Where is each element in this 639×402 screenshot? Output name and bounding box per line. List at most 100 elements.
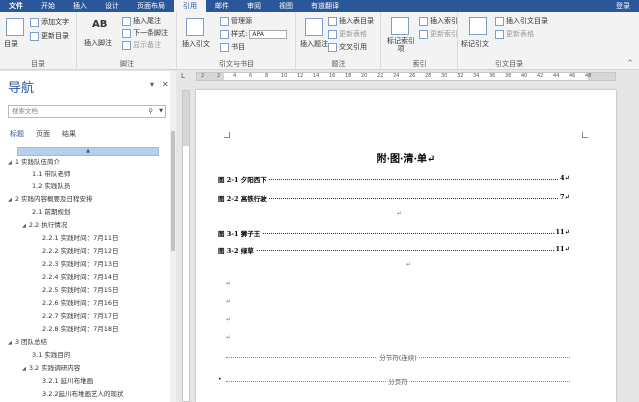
- ruler-tick-label: 28: [425, 73, 432, 79]
- tab-home[interactable]: 开始: [32, 0, 64, 12]
- section-break[interactable]: 分节符(连续): [226, 352, 570, 362]
- heading-item[interactable]: ◢ 2.2 执行情况: [22, 220, 67, 231]
- paragraph-mark: ↵: [406, 261, 412, 268]
- collapse-arrow-icon[interactable]: ◢: [22, 223, 26, 229]
- heading-item[interactable]: 2.2.2 实践时间：7月12日: [42, 246, 119, 256]
- update-index-button[interactable]: 更新索引: [419, 29, 458, 39]
- figure-list-entry[interactable]: 图 2-2 高铁行驶 7↵: [218, 193, 570, 203]
- cross-reference-icon: [328, 42, 337, 52]
- ruler-tick-label: 2: [201, 73, 205, 79]
- insert-caption-icon: [305, 18, 323, 36]
- nav-scrollbar-thumb[interactable]: [171, 131, 175, 251]
- heading-item[interactable]: 2.2.8 实践时间：7月18日: [42, 324, 119, 334]
- insert-endnote-button[interactable]: 插入尾注: [122, 16, 161, 26]
- section-break-label: 分节符(连续): [377, 352, 419, 362]
- search-input[interactable]: 搜索文档 ⚲ ▼: [8, 105, 166, 118]
- collapse-arrow-icon[interactable]: ◢: [22, 366, 26, 372]
- show-notes-button[interactable]: 显示备注: [122, 40, 161, 50]
- document-scrollbar[interactable]: [630, 71, 639, 402]
- insert-table-of-figures-button[interactable]: 插入表目录: [328, 16, 374, 26]
- tab-mailings[interactable]: 邮件: [206, 0, 238, 12]
- heading-item[interactable]: 3.2.2延川布堆画艺人的现状: [42, 389, 124, 399]
- tab-design[interactable]: 设计: [96, 0, 128, 12]
- page-break-label: 分页符: [386, 376, 410, 386]
- collapse-arrow-icon[interactable]: ◢: [8, 197, 12, 203]
- search-placeholder: 搜索文档: [12, 107, 38, 115]
- crop-mark: [224, 132, 230, 138]
- update-toc-button[interactable]: 更新目录: [30, 31, 69, 41]
- update-authorities-button[interactable]: 更新表格: [495, 29, 534, 39]
- cross-reference-button[interactable]: 交叉引用: [328, 42, 367, 52]
- search-dropdown-icon[interactable]: ▼: [159, 106, 163, 117]
- right-margin-area: [588, 73, 615, 80]
- update-table-button[interactable]: 更新表格: [328, 29, 367, 39]
- ruler-tick-label: 8: [265, 73, 269, 79]
- heading-item[interactable]: ◢ 3 团队总结: [8, 337, 47, 348]
- heading-item[interactable]: 1.1 带队老师: [32, 169, 70, 179]
- nav-tab-pages[interactable]: 页面: [36, 129, 50, 139]
- nav-tab-headings[interactable]: 标题: [10, 129, 24, 139]
- style-dropdown[interactable]: APA: [249, 29, 288, 39]
- nav-tab-results[interactable]: 结果: [62, 129, 76, 139]
- tab-view[interactable]: 视图: [270, 0, 302, 12]
- ruler-tick-label: 16: [329, 73, 336, 79]
- add-text-button[interactable]: 添加文字: [30, 17, 69, 27]
- insert-footnote-button[interactable]: 插入脚注: [84, 38, 112, 48]
- heading-item[interactable]: ◢ 2 实践内容概要及日程安排: [8, 194, 93, 205]
- login-link[interactable]: 登录: [607, 0, 639, 12]
- tab-youdao-translate[interactable]: 有道翻译: [302, 0, 348, 12]
- table-of-figures-icon: [328, 16, 337, 26]
- ribbon: 目录 添加文字 更新目录 目录 AB 插入脚注 插入尾注 下一条脚注 显示备注 …: [0, 12, 639, 70]
- tab-references[interactable]: 引用: [174, 0, 206, 12]
- tab-page-layout[interactable]: 页面布局: [128, 0, 174, 12]
- mark-entry-button[interactable]: 标记索引项: [386, 37, 416, 53]
- heading-item[interactable]: 2.2.3 实践时间：7月13日: [42, 259, 119, 269]
- nav-current-position[interactable]: ▲: [17, 147, 159, 156]
- collapse-arrow-icon[interactable]: ◢: [8, 340, 12, 346]
- manage-sources-button[interactable]: 管理源: [220, 16, 252, 26]
- search-icon[interactable]: ⚲: [148, 106, 153, 117]
- tab-review[interactable]: 审阅: [238, 0, 270, 12]
- page-break[interactable]: 分页符: [226, 376, 570, 386]
- figure-list-entry[interactable]: 图 3-1 狮子王 11↵: [218, 228, 570, 238]
- heading-item[interactable]: 3.1 实践目的: [32, 350, 70, 360]
- insert-index-button[interactable]: 插入索引: [419, 16, 458, 26]
- heading-item[interactable]: ◢ 1 实践队伍简介: [8, 157, 60, 168]
- update-index-icon: [419, 29, 428, 39]
- nav-options-icon[interactable]: ▾: [150, 80, 154, 89]
- next-footnote-button[interactable]: 下一条脚注: [122, 28, 168, 38]
- insert-caption-button[interactable]: 插入题注: [300, 39, 328, 49]
- document-page[interactable]: 附·图·清·单↵ 图 2-1 夕阳西下 4↵ 图 2-2 高铁行驶 7↵ ↵ 图…: [196, 90, 616, 402]
- update-icon: [30, 31, 39, 41]
- heading-item[interactable]: 2.1 前期规划: [32, 207, 70, 217]
- collapse-ribbon-icon[interactable]: ^: [627, 59, 633, 67]
- toc-icon: [6, 18, 24, 36]
- toc-button[interactable]: 目录: [4, 39, 18, 49]
- heading-item[interactable]: 2.2.7 实践时间：7月17日: [42, 311, 119, 321]
- tab-selector-icon[interactable]: L: [178, 71, 188, 81]
- heading-item[interactable]: 2.2.4 实践时间：7月14日: [42, 272, 119, 282]
- figure-list-entry[interactable]: 图 3-2 绿草 11↵: [218, 245, 570, 255]
- insert-authorities-button[interactable]: 插入引文目录: [495, 16, 548, 26]
- heading-item[interactable]: 1.2 实践队员: [32, 181, 70, 191]
- style-selector[interactable]: 样式: APA: [220, 29, 288, 39]
- bibliography-icon: [220, 42, 229, 52]
- heading-item[interactable]: 2.2.1 实践时间：7月11日: [42, 233, 119, 243]
- ruler-tick-label: 40: [521, 73, 528, 79]
- tab-insert[interactable]: 插入: [64, 0, 96, 12]
- heading-item[interactable]: 3.2.1 延川布堆画: [42, 376, 93, 386]
- horizontal-ruler[interactable]: 2 2 4 6 8 10 12 14 16 18 20 22 24 26 28 30 32 34 36 38 40 42 4…: [196, 72, 616, 81]
- nav-close-icon[interactable]: ✕: [162, 80, 169, 89]
- collapse-arrow-icon[interactable]: ◢: [8, 160, 12, 166]
- mark-citation-button[interactable]: 标记引文: [461, 39, 489, 49]
- nav-scrollbar[interactable]: [170, 71, 176, 402]
- heading-item[interactable]: 2.2.5 实践时间：7月15日: [42, 285, 119, 295]
- bibliography-button[interactable]: 书目: [220, 42, 245, 52]
- insert-citation-button[interactable]: 插入引文: [182, 39, 210, 49]
- vertical-ruler[interactable]: [182, 90, 190, 402]
- crop-mark: [582, 132, 588, 138]
- tab-file[interactable]: 文件: [0, 0, 32, 12]
- heading-item[interactable]: ◢ 3.2 实践调研内容: [22, 363, 80, 374]
- heading-item[interactable]: 2.2.6 实践时间：7月16日: [42, 298, 119, 308]
- figure-list-entry[interactable]: 图 2-1 夕阳西下 4↵: [218, 174, 570, 184]
